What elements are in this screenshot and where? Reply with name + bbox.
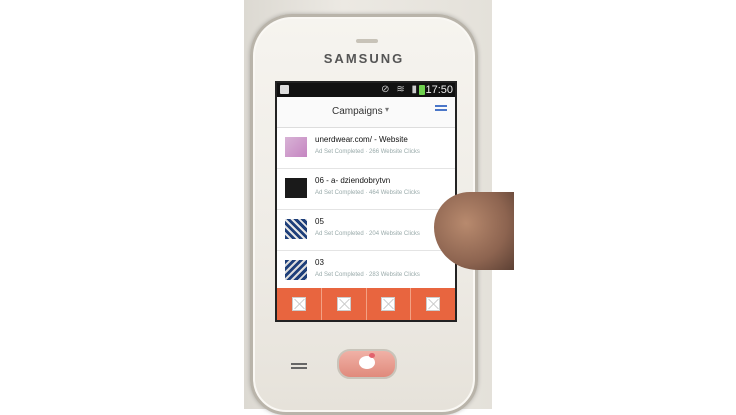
- campaign-title: unerdwear.com/ - Website: [315, 135, 408, 144]
- page-title[interactable]: Campaigns: [332, 106, 383, 117]
- app-bar: Campaigns ▾: [277, 97, 455, 128]
- filter-icon[interactable]: [435, 105, 447, 115]
- action-bar: [277, 288, 455, 320]
- campaign-thumbnail: [285, 260, 307, 280]
- campaign-thumbnail: [285, 137, 307, 157]
- action-button-3[interactable]: [367, 288, 412, 320]
- signal-icon: ⊘ ≋ ▮: [381, 84, 419, 95]
- x-icon: [336, 297, 351, 311]
- hello-kitty-icon: [359, 353, 375, 369]
- earpiece: [356, 39, 378, 43]
- campaign-status: Ad Set Completed · 464 Website Clicks: [315, 190, 420, 196]
- status-bar: ⊘ ≋ ▮ 17:50: [277, 83, 455, 97]
- phone-screen: ⊘ ≋ ▮ 17:50 Campaigns ▾ unerdwear.com/ -…: [275, 81, 457, 322]
- action-button-2[interactable]: [322, 288, 367, 320]
- campaign-list: unerdwear.com/ - Website Ad Set Complete…: [277, 128, 455, 292]
- campaign-thumbnail: [285, 219, 307, 239]
- campaign-title: 03: [315, 258, 324, 267]
- chevron-down-icon[interactable]: ▾: [385, 105, 389, 114]
- campaign-status: Ad Set Completed · 204 Website Clicks: [315, 231, 420, 237]
- notification-icon: [280, 85, 289, 94]
- campaign-thumbnail: [285, 178, 307, 198]
- x-icon: [426, 297, 441, 311]
- list-item[interactable]: 06 - a- dziendobrytvn Ad Set Completed ·…: [277, 169, 455, 210]
- x-icon: [381, 297, 396, 311]
- battery-icon: [419, 85, 425, 95]
- action-button-1[interactable]: [277, 288, 322, 320]
- campaign-title: 05: [315, 217, 324, 226]
- campaign-status: Ad Set Completed · 266 Website Clicks: [315, 149, 420, 155]
- list-item[interactable]: 03 Ad Set Completed · 283 Website Clicks: [277, 251, 455, 292]
- campaign-title: 06 - a- dziendobrytvn: [315, 176, 391, 185]
- list-item[interactable]: unerdwear.com/ - Website Ad Set Complete…: [277, 128, 455, 169]
- action-button-4[interactable]: [411, 288, 455, 320]
- campaign-status: Ad Set Completed · 283 Website Clicks: [315, 272, 420, 278]
- menu-key-icon[interactable]: [291, 363, 307, 372]
- x-icon: [291, 297, 306, 311]
- status-time: 17:50: [425, 84, 453, 96]
- brand-logo: SAMSUNG: [323, 51, 405, 66]
- home-button[interactable]: [337, 349, 397, 379]
- list-item[interactable]: 05 Ad Set Completed · 204 Website Clicks: [277, 210, 455, 251]
